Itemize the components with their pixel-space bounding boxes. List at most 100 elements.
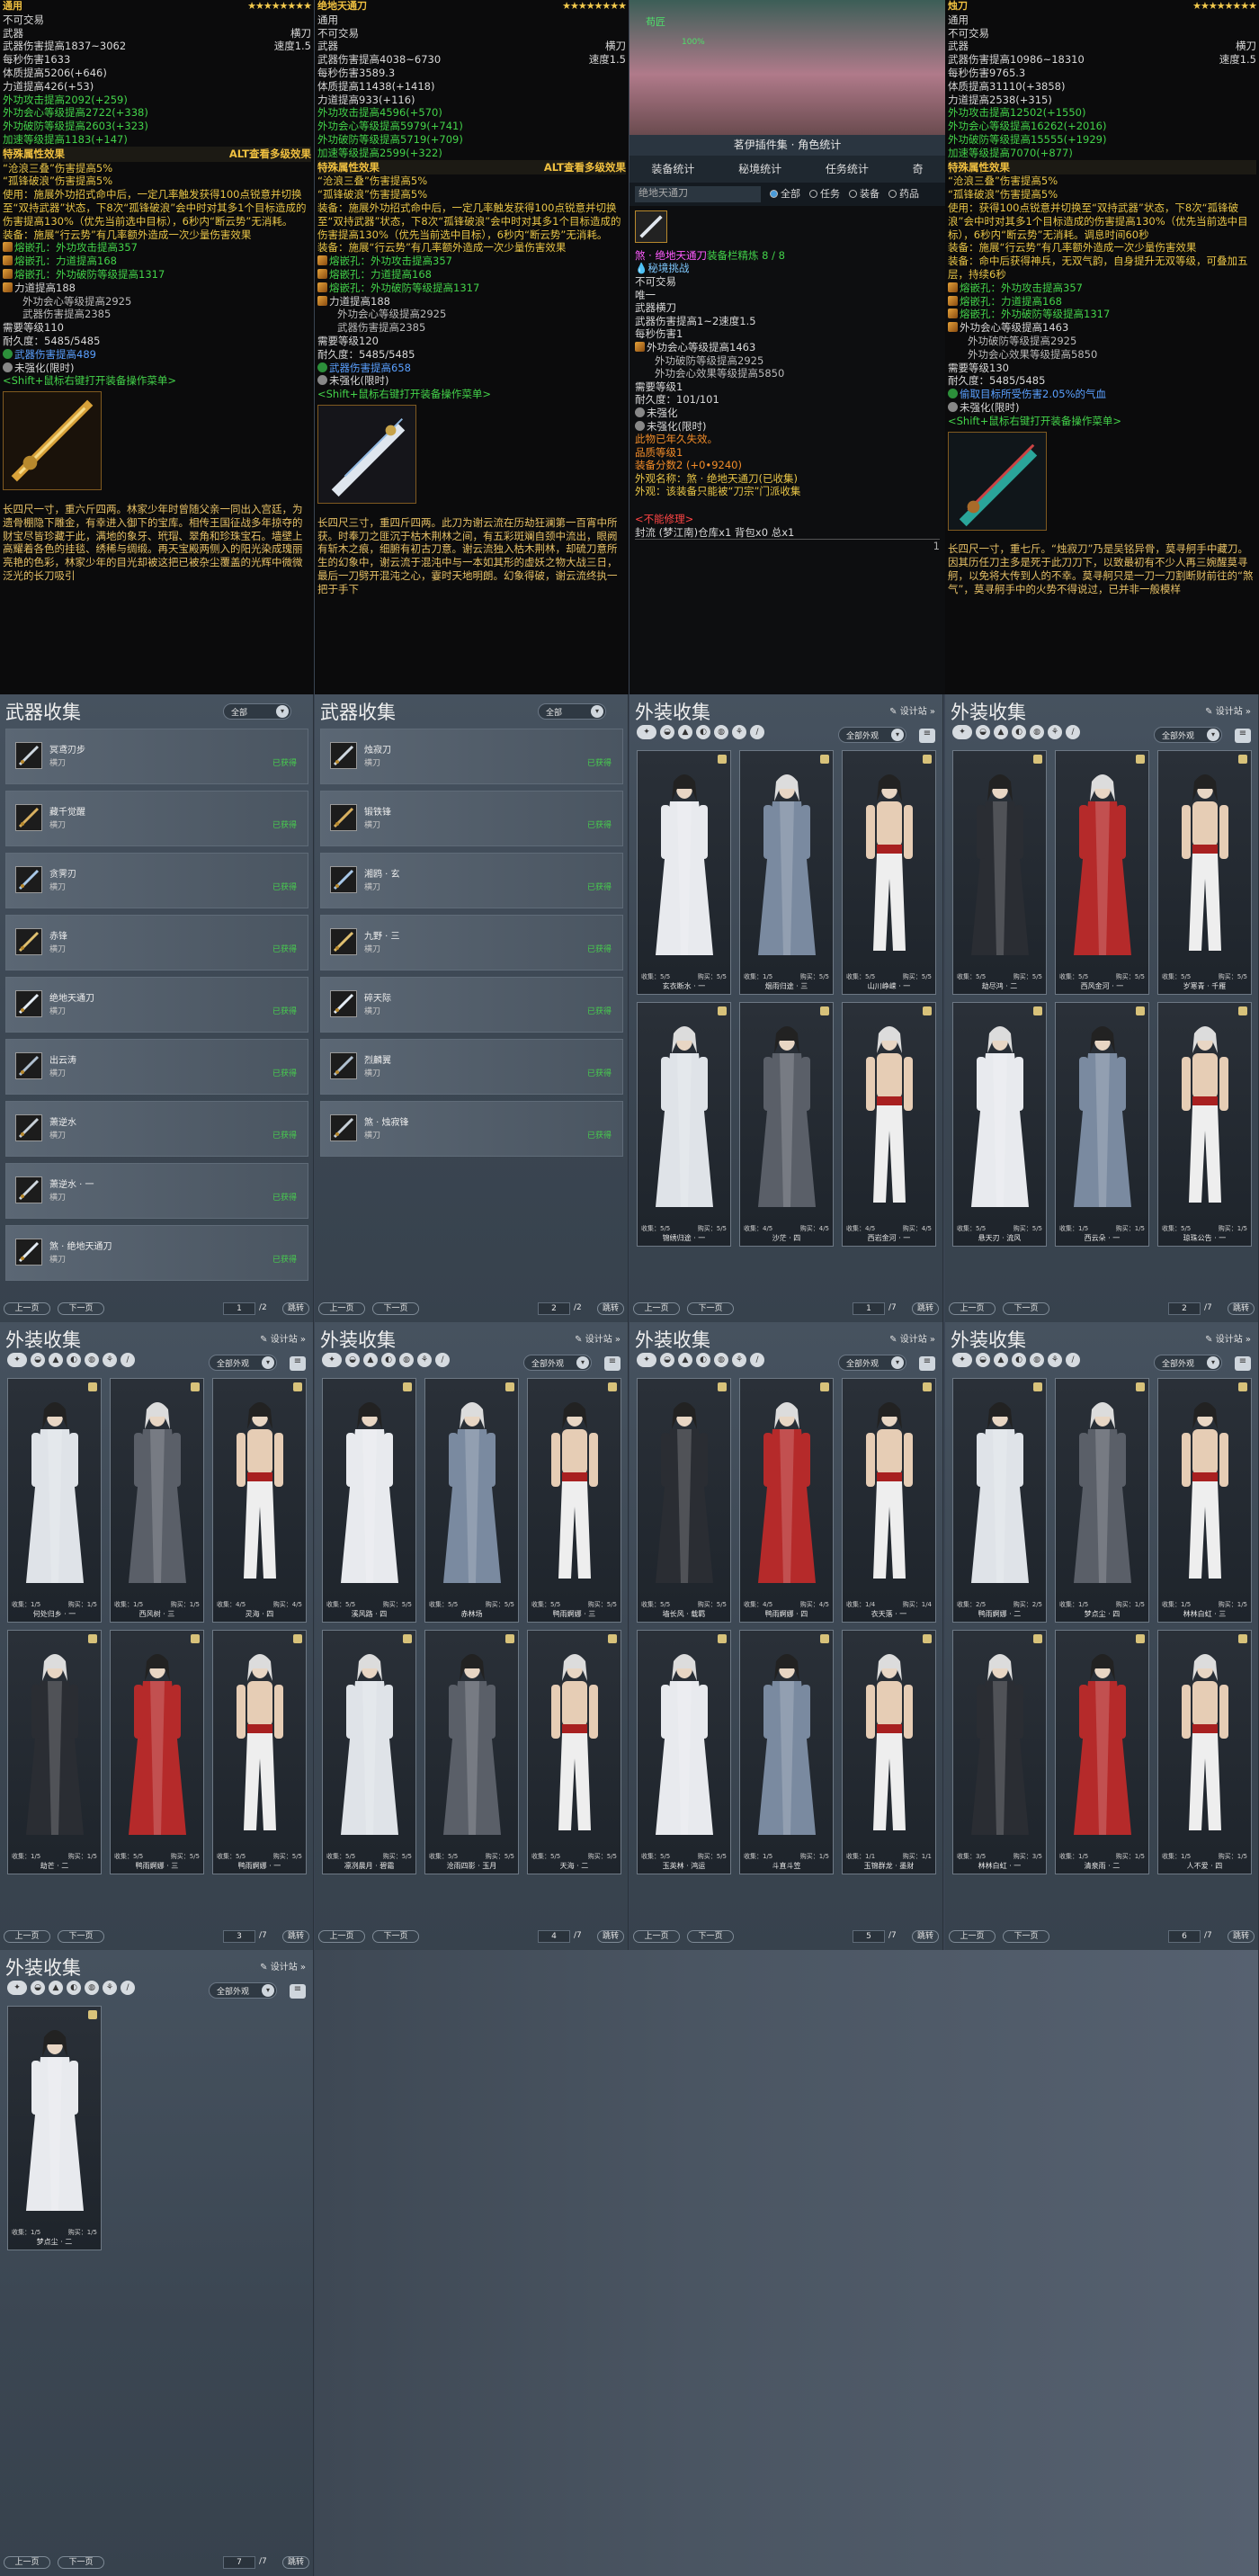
next-page-button[interactable]: 下一页 (372, 1302, 419, 1315)
all-category-icon[interactable]: ✦ (952, 1353, 972, 1367)
sort-icon[interactable]: ≡ (604, 1356, 621, 1371)
hat-category-icon[interactable]: ◒ (660, 725, 674, 739)
weapon-list-item[interactable]: 湘鸥 · 玄横刀 已获得 (320, 853, 623, 908)
cloak-category-icon[interactable]: ◍ (399, 1353, 414, 1367)
outfit-card[interactable]: 收集：1/5 购买：1/5 何处归乡 · 一 (7, 1378, 102, 1623)
weapon-list-item[interactable]: 烛寂刀 横刀 已获得 (320, 729, 623, 784)
design-station-link[interactable]: ✎ 设计站 » (889, 703, 935, 717)
weapon-list-item[interactable]: 锻铁锋 横刀 已获得 (320, 791, 623, 846)
hair-category-icon[interactable]: ◐ (381, 1353, 396, 1367)
cloak-category-icon[interactable]: ◍ (714, 1353, 728, 1367)
hat-category-icon[interactable]: ◒ (31, 1353, 45, 1367)
outfit-card[interactable]: 收集：5/5 购买：5/5 山川峥嵘 · 一 (842, 750, 936, 995)
jump-button[interactable]: 跳转 (282, 2556, 309, 2569)
weapon-list-item[interactable]: 萧逆水 横刀 已获得 (5, 1101, 308, 1157)
prev-page-button[interactable]: 上一页 (4, 1302, 50, 1315)
weapon-list-item[interactable]: 赤锋 横刀 已获得 (5, 915, 308, 970)
jump-button[interactable]: 跳转 (282, 1930, 309, 1943)
jump-button[interactable]: 跳转 (1228, 1302, 1255, 1315)
weapon-list-item[interactable]: 九野 · 三横刀 已获得 (320, 915, 623, 970)
next-page-button[interactable]: 下一页 (1003, 1930, 1049, 1943)
cloak-category-icon[interactable]: ◍ (1030, 1353, 1044, 1367)
outfit-card[interactable]: 收集：4/5 购买：4/5 沙茫 · 四 (739, 1002, 834, 1247)
outfit-card[interactable]: 收集：5/5 购买：5/5 沧雨四影 · 玉月 (424, 1630, 519, 1874)
hair-category-icon[interactable]: ◐ (696, 1353, 710, 1367)
all-category-icon[interactable]: ✦ (637, 1353, 656, 1367)
filter-dropdown[interactable]: 全部 ▾ (223, 703, 291, 720)
outfit-card[interactable]: 收集：1/1 购买：1/1 玉锦群龙 · 墨财 (842, 1630, 936, 1874)
next-page-button[interactable]: 下一页 (58, 1930, 104, 1943)
sort-icon[interactable]: ≡ (290, 1984, 306, 1999)
sort-icon[interactable]: ≡ (290, 1356, 306, 1371)
outfit-card[interactable]: 收集：5/5 购买：5/5 凛冽晨月 · 碧霜 (322, 1630, 416, 1874)
prev-page-button[interactable]: 上一页 (949, 1302, 996, 1315)
hair-category-icon[interactable]: ◐ (696, 725, 710, 739)
page-input[interactable]: 4 (538, 1930, 570, 1943)
weapon-category-icon[interactable]: ∕ (1066, 725, 1080, 739)
outfit-card[interactable]: 收集：5/5 购买：5/5 西风金河 · 一 (1055, 750, 1149, 995)
tab-equipment[interactable]: 装备统计 (651, 163, 694, 176)
pendant-category-icon[interactable]: ⚘ (417, 1353, 432, 1367)
design-station-link[interactable]: ✎ 设计站 » (889, 1331, 935, 1345)
page-input[interactable]: 5 (853, 1930, 885, 1943)
weapon-list-item[interactable]: 煞 · 烛寂锋 横刀 已获得 (320, 1101, 623, 1157)
outfit-card[interactable]: 收集：5/5 购买：5/5 锦绣归途 · 一 (637, 1002, 731, 1247)
jump-button[interactable]: 跳转 (912, 1302, 939, 1315)
weapon-category-icon[interactable]: ∕ (435, 1353, 450, 1367)
weapon-list-item[interactable]: 藏千觉醒 横刀 已获得 (5, 791, 308, 846)
hat-category-icon[interactable]: ◒ (976, 1353, 990, 1367)
next-page-button[interactable]: 下一页 (687, 1302, 734, 1315)
next-page-button[interactable]: 下一页 (58, 1302, 104, 1315)
pendant-category-icon[interactable]: ⚘ (103, 1981, 117, 1995)
sort-icon[interactable]: ≡ (1235, 1356, 1251, 1371)
outfit-card[interactable]: 收集：1/4 购买：1/4 衣天落 · 一 (842, 1378, 936, 1623)
outfit-card[interactable]: 收集：5/5 购买：1/5 琼珠公告 · 一 (1157, 1002, 1252, 1247)
all-category-icon[interactable]: ✦ (952, 725, 972, 739)
radio-quest[interactable]: 任务 (809, 188, 840, 201)
sort-icon[interactable]: ≡ (919, 1356, 935, 1371)
all-category-icon[interactable]: ✦ (322, 1353, 342, 1367)
robe-category-icon[interactable]: ▲ (49, 1981, 63, 1995)
weapon-category-icon[interactable]: ∕ (750, 725, 764, 739)
outfit-card[interactable]: 收集：5/5 购买：5/5 鸭雨婀娜 · 一 (212, 1630, 307, 1874)
page-input[interactable]: 1 (223, 1302, 255, 1315)
robe-category-icon[interactable]: ▲ (678, 1353, 692, 1367)
page-input[interactable]: 3 (223, 1930, 255, 1943)
cloak-category-icon[interactable]: ◍ (85, 1981, 99, 1995)
outfit-card[interactable]: 收集：1/5 购买：1/5 人不爱 · 四 (1157, 1630, 1252, 1874)
outfit-card[interactable]: 收集：5/5 购买：5/5 墙长风 · 载羁 (637, 1378, 731, 1623)
prev-page-button[interactable]: 上一页 (318, 1930, 365, 1943)
hair-category-icon[interactable]: ◐ (67, 1981, 81, 1995)
outfit-card[interactable]: 收集：5/5 购买：5/5 赤林场 (424, 1378, 519, 1623)
outfit-card[interactable]: 收集：1/5 购买：5/5 烟雨归途 · 三 (739, 750, 834, 995)
design-station-link[interactable]: ✎ 设计站 » (1205, 703, 1251, 717)
weapon-category-icon[interactable]: ∕ (750, 1353, 764, 1367)
weapon-list-item[interactable]: 烈麟翼 横刀 已获得 (320, 1039, 623, 1095)
outfit-filter-dropdown[interactable]: 全部外观 ▾ (1154, 727, 1222, 743)
outfit-card[interactable]: 收集：2/5 购买：2/5 鸭雨婀娜 · 二 (952, 1378, 1047, 1623)
tab-dungeon[interactable]: 秘境统计 (738, 163, 781, 176)
outfit-card[interactable]: 收集：4/5 购买：4/5 西岩金河 · 一 (842, 1002, 936, 1247)
item-slot-icon[interactable] (635, 210, 667, 244)
pendant-category-icon[interactable]: ⚘ (732, 1353, 746, 1367)
tab-quest[interactable]: 任务统计 (826, 163, 869, 176)
robe-category-icon[interactable]: ▲ (49, 1353, 63, 1367)
outfit-card[interactable]: 收集：1/5 购买：1/5 梦点尘 · 四 (1055, 1378, 1149, 1623)
all-category-icon[interactable]: ✦ (7, 1981, 27, 1995)
prev-page-button[interactable]: 上一页 (949, 1930, 996, 1943)
outfit-card[interactable]: 收集：5/5 购买：5/5 劫尽鸿 · 二 (952, 750, 1047, 995)
design-station-link[interactable]: ✎ 设计站 » (260, 1331, 306, 1345)
jump-button[interactable]: 跳转 (597, 1930, 624, 1943)
next-page-button[interactable]: 下一页 (1003, 1302, 1049, 1315)
weapon-list-item[interactable]: 贪霁刃 横刀 已获得 (5, 853, 308, 908)
filter-dropdown[interactable]: 全部 ▾ (538, 703, 606, 720)
outfit-filter-dropdown[interactable]: 全部外观 ▾ (838, 1355, 906, 1371)
hat-category-icon[interactable]: ◒ (976, 725, 990, 739)
page-input[interactable]: 6 (1168, 1930, 1201, 1943)
outfit-card[interactable]: 收集：4/5 购买：4/5 鸭雨婀娜 · 四 (739, 1378, 834, 1623)
outfit-card[interactable]: 收集：5/5 购买：5/5 岁寒青 · 千雁 (1157, 750, 1252, 995)
hat-category-icon[interactable]: ◒ (345, 1353, 360, 1367)
outfit-card[interactable]: 收集：5/5 购买：5/5 玉英林 · 鸿运 (637, 1630, 731, 1874)
outfit-filter-dropdown[interactable]: 全部外观 ▾ (1154, 1355, 1222, 1371)
jump-button[interactable]: 跳转 (282, 1302, 309, 1315)
